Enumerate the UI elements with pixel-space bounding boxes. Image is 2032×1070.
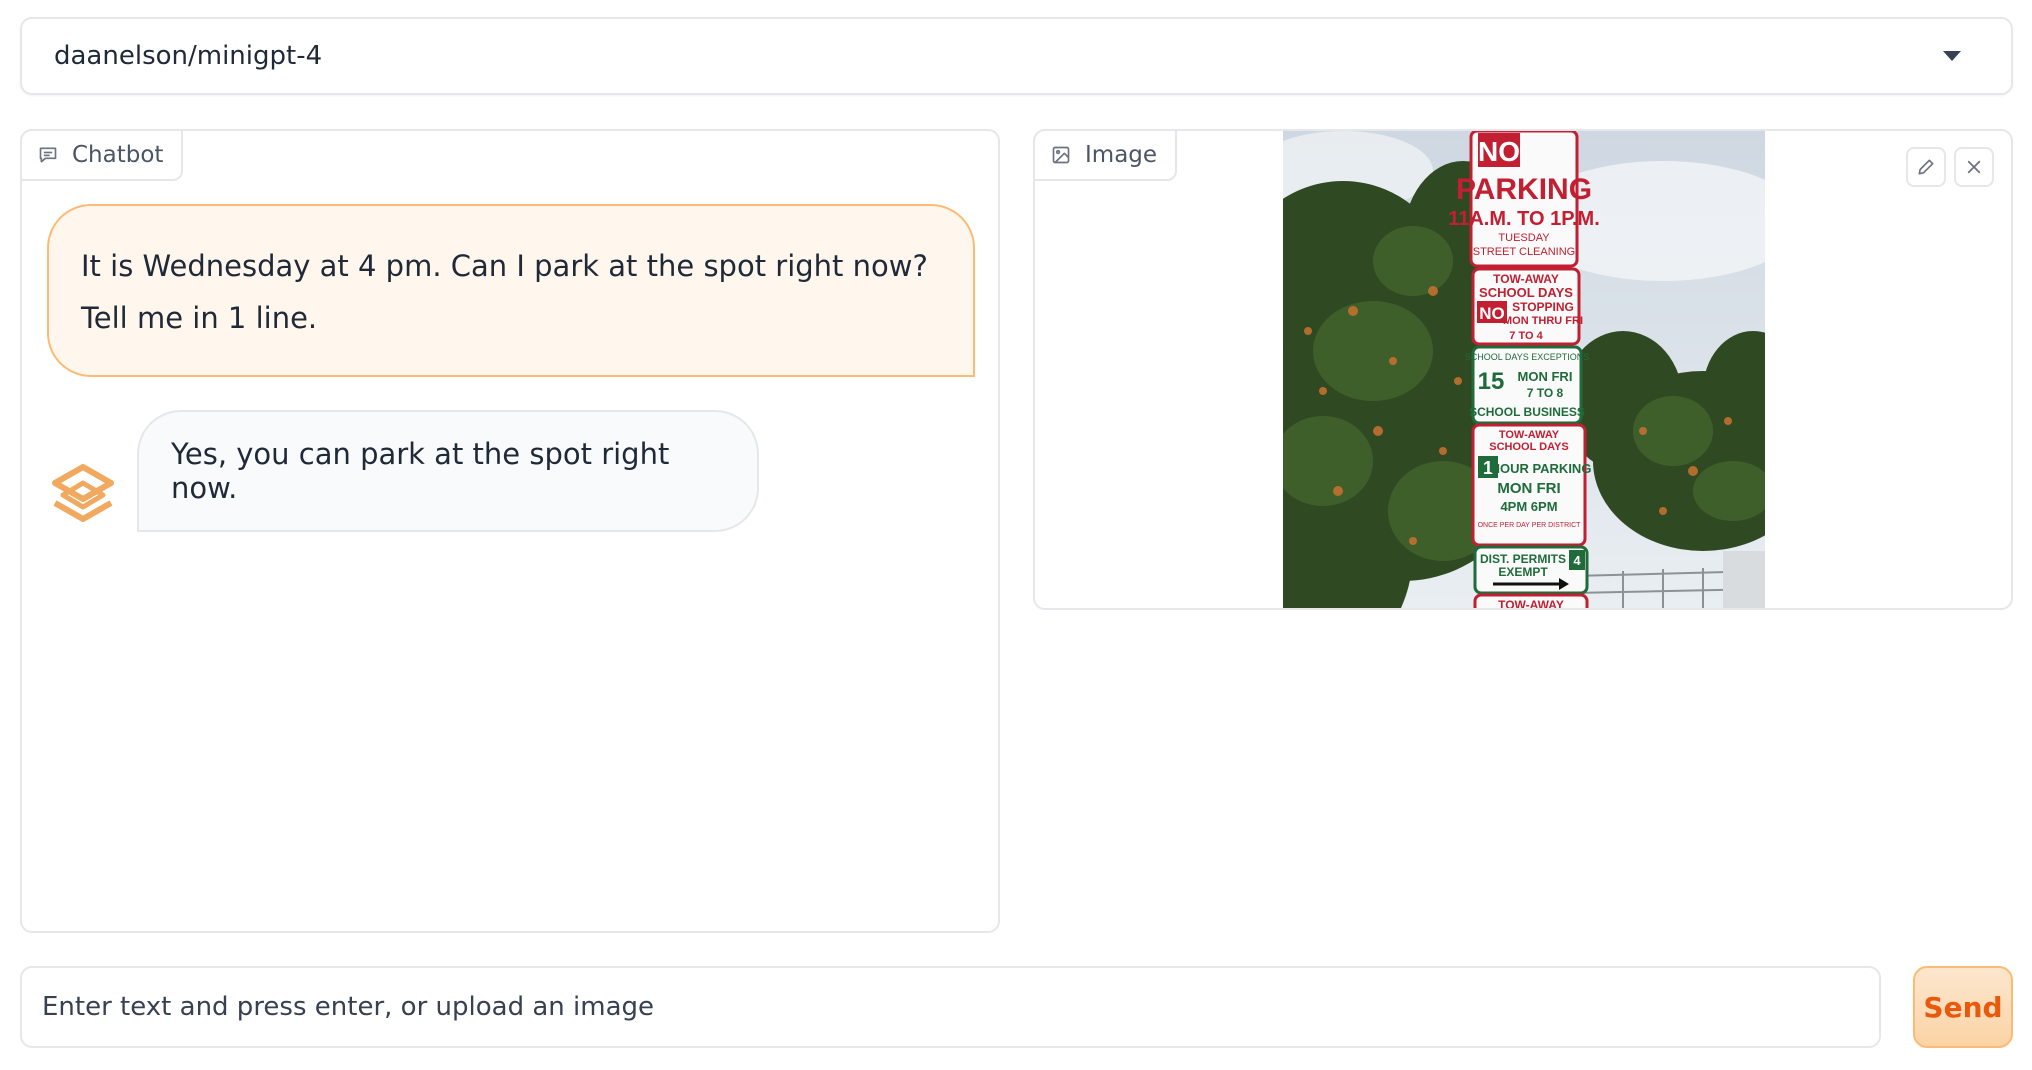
sign-text: 4PM 6PM bbox=[1500, 499, 1557, 514]
close-icon bbox=[1967, 160, 1981, 174]
send-button[interactable]: Send bbox=[1913, 966, 2013, 1048]
sign-text: ONCE PER DAY PER DISTRICT bbox=[1478, 522, 1582, 529]
image-label-text: Image bbox=[1085, 142, 1158, 168]
sign-text: STOPPING bbox=[1512, 300, 1574, 314]
sign-text: HOUR PARKING bbox=[1491, 461, 1592, 476]
image-label: Image bbox=[1035, 131, 1178, 181]
parking-signs-photo: NO PARKING 11A.M. TO 1P.M. TUESDAY STREE… bbox=[1283, 131, 1765, 610]
image-icon bbox=[1052, 146, 1070, 164]
sign-text: 15 bbox=[1478, 368, 1505, 395]
bot-message: Yes, you can park at the spot right now. bbox=[137, 410, 759, 532]
user-message: It is Wednesday at 4 pm. Can I park at t… bbox=[47, 204, 975, 377]
sign-text: TOW-AWAY bbox=[1498, 598, 1564, 610]
sign-text: 4 bbox=[1573, 553, 1581, 568]
sign-text: SCHOOL BUSINESS bbox=[1469, 405, 1585, 419]
sign-text: MON THRU FRI bbox=[1503, 315, 1583, 327]
model-dropdown[interactable]: daanelson/minigpt-4 bbox=[20, 17, 2013, 95]
sign-text: SCHOOL DAYS EXCEPTIONS bbox=[1465, 352, 1590, 362]
sign-text: STREET CLEANING bbox=[1473, 246, 1576, 258]
edit-image-button[interactable] bbox=[1906, 147, 1946, 187]
sign-text: NO bbox=[1478, 136, 1520, 167]
message-input[interactable] bbox=[20, 966, 1881, 1048]
chat-bubble-icon bbox=[39, 147, 57, 163]
image-panel[interactable]: Image NO PARKING 11A.M. TO 1P.M. TUESDAY… bbox=[1033, 129, 2013, 610]
chatbot-panel: Chatbot It is Wednesday at 4 pm. Can I p… bbox=[20, 129, 1000, 933]
sign-text: NO bbox=[1479, 304, 1505, 323]
uploaded-photo: NO PARKING 11A.M. TO 1P.M. TUESDAY STREE… bbox=[1283, 131, 1765, 610]
sign-text: SCHOOL DAYS bbox=[1479, 285, 1573, 300]
sign-text: 11A.M. TO 1P.M. bbox=[1448, 208, 1600, 230]
sign-text: 7 TO 4 bbox=[1509, 330, 1543, 342]
sign-text: SCHOOL DAYS bbox=[1489, 441, 1568, 453]
sign-text: TOW-AWAY bbox=[1493, 272, 1559, 286]
sign-text: EXEMPT bbox=[1498, 565, 1548, 579]
sign-text: TUESDAY bbox=[1498, 232, 1550, 244]
clear-image-button[interactable] bbox=[1954, 147, 1994, 187]
chatbot-label-text: Chatbot bbox=[72, 142, 164, 168]
bot-logo-icon bbox=[52, 464, 114, 522]
sign-text: 7 TO 8 bbox=[1527, 386, 1564, 400]
pencil-icon bbox=[1918, 159, 1934, 175]
model-dropdown-value: daanelson/minigpt-4 bbox=[54, 41, 323, 71]
chevron-down-icon[interactable] bbox=[1943, 51, 1961, 61]
chatbot-label: Chatbot bbox=[20, 129, 184, 181]
sign-text: PARKING bbox=[1456, 173, 1592, 206]
sign-text: TOW-AWAY bbox=[1499, 429, 1560, 441]
sign-text: MON FRI bbox=[1497, 480, 1560, 497]
sign-text: DIST. PERMITS bbox=[1480, 552, 1566, 566]
sign-text: MON FRI bbox=[1518, 369, 1573, 384]
